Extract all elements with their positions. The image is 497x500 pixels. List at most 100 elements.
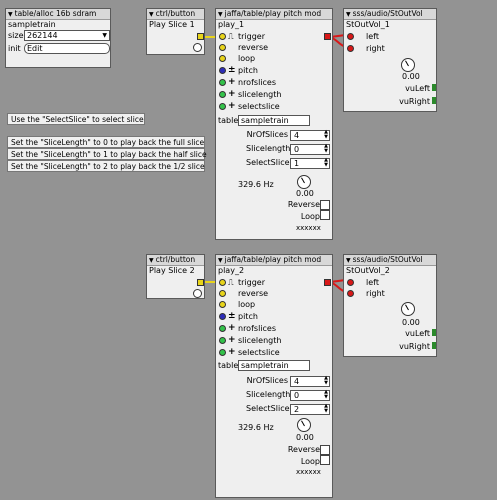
stoutvol-header[interactable]: ▼ sss/audio/StOutVol (344, 9, 436, 20)
trigger-icon: ⎍ (228, 32, 234, 41)
volume-knob[interactable] (401, 58, 415, 72)
pitch-knob[interactable] (297, 418, 311, 432)
chevron-down-icon: ▼ (102, 32, 107, 39)
comment-slicelength-2[interactable]: Set the "SliceLength" to 2 to play back … (7, 160, 205, 172)
table-field[interactable]: sampletrain (238, 360, 310, 371)
collapse-triangle-icon[interactable]: ▼ (218, 11, 223, 18)
table-label: table (218, 116, 239, 125)
inlet-jack[interactable] (219, 33, 226, 40)
loop-label: Loop (300, 212, 320, 221)
plus-icon: + (228, 89, 236, 99)
stoutvol-header[interactable]: ▼ sss/audio/StOutVol (344, 255, 436, 266)
outlet-jack-square[interactable] (197, 279, 204, 286)
inlet-jack[interactable] (347, 279, 354, 286)
inlet-jack[interactable] (219, 44, 226, 51)
frequency-readout: 329.6 Hz (238, 180, 274, 189)
size-label: size (8, 31, 24, 40)
plus-icon: + (228, 347, 236, 357)
spinner-arrows-icon[interactable]: ▲ ▼ (324, 158, 328, 168)
comment-select-slice[interactable]: Use the "SelectSlice" to select slice (7, 113, 145, 125)
inlet-jack[interactable] (219, 279, 226, 286)
nrofslices-spinner[interactable]: 4 ▲ ▼ (290, 130, 330, 141)
stoutvol-object-1[interactable]: ▼ sss/audio/StOutVol StOutVol_1 left righ… (343, 8, 437, 112)
collapse-triangle-icon[interactable]: ▼ (149, 11, 154, 18)
inlet-jack[interactable] (219, 55, 226, 62)
bang-button[interactable] (193, 43, 202, 52)
collapse-triangle-icon[interactable]: ▼ (346, 11, 351, 18)
inlet-jack[interactable] (347, 33, 354, 40)
spinner-arrows-icon[interactable]: ▲ ▼ (324, 144, 328, 154)
sdram-header[interactable]: ▼ table/alloc 16b sdram (6, 9, 110, 20)
volume-knob[interactable] (401, 302, 415, 316)
inlet-jack[interactable] (219, 91, 226, 98)
button-instance-name: Play Slice 1 (149, 20, 195, 29)
reverse-checkbox[interactable] (320, 445, 330, 455)
inlet-jack[interactable] (219, 325, 226, 332)
inlet-jack[interactable] (219, 337, 226, 344)
play-object-2[interactable]: ▼ jaffa/table/play pitch mod play_2 ⎍ trig… (215, 254, 333, 498)
inlet-jack[interactable] (219, 313, 226, 320)
slicelength-spinner[interactable]: 0 ▲ ▼ (290, 144, 330, 155)
spinner-arrows-icon[interactable]: ▲ ▼ (324, 390, 328, 400)
plus-icon: + (228, 77, 236, 87)
plusminus-icon: ± (228, 65, 236, 75)
size-dropdown[interactable]: 262144 ▼ (24, 30, 110, 41)
plus-icon: + (228, 335, 236, 345)
collapse-triangle-icon[interactable]: ▼ (218, 257, 223, 264)
inlet-jack[interactable] (347, 290, 354, 297)
edit-button[interactable]: Edit (24, 43, 110, 54)
button-header[interactable]: ▼ ctrl/button (147, 255, 204, 266)
button-object-1[interactable]: ▼ ctrl/button Play Slice 1 (146, 8, 205, 55)
inlet-jack[interactable] (219, 290, 226, 297)
pitch-knob[interactable] (297, 175, 311, 189)
play-object-1[interactable]: ▼ jaffa/table/play pitch mod play_1 ⎍ trig… (215, 8, 333, 240)
sdram-object[interactable]: ▼ table/alloc 16b sdram sampletrain size … (5, 8, 111, 68)
vu-right-label: vuRight (399, 97, 430, 106)
param-label: Slicelength (246, 144, 291, 153)
slicelength-spinner[interactable]: 0 ▲ ▼ (290, 390, 330, 401)
output-readout: xxxxxx (296, 468, 321, 476)
param-label: Slicelength (246, 390, 291, 399)
vu-right-label: vuRight (399, 342, 430, 351)
inlet-jack[interactable] (347, 45, 354, 52)
spinner-arrows-icon[interactable]: ▲ ▼ (324, 404, 328, 414)
sdram-instance-name: sampletrain (8, 20, 56, 29)
bang-button[interactable] (193, 289, 202, 298)
inlet-jack[interactable] (219, 103, 226, 110)
loop-checkbox[interactable] (320, 210, 330, 220)
spinner-arrows-icon[interactable]: ▲ ▼ (324, 130, 328, 140)
button-object-2[interactable]: ▼ ctrl/button Play Slice 2 (146, 254, 205, 299)
selectslice-spinner[interactable]: 1 ▲ ▼ (290, 158, 330, 169)
vu-left-meter (432, 84, 436, 91)
table-label: table (218, 361, 239, 370)
collapse-triangle-icon[interactable]: ▼ (8, 11, 13, 18)
collapse-triangle-icon[interactable]: ▼ (346, 257, 351, 264)
spinner-arrows-icon[interactable]: ▲ ▼ (324, 376, 328, 386)
play-header[interactable]: ▼ jaffa/table/play pitch mod (216, 255, 332, 266)
vu-right-meter (432, 342, 436, 349)
loop-label: Loop (300, 457, 320, 466)
inlet-jack[interactable] (219, 349, 226, 356)
vu-left-label: vuLeft (405, 329, 430, 338)
plus-icon: + (228, 323, 236, 333)
outlet-jack[interactable] (324, 279, 331, 286)
stoutvol-instance-name: StOutVol_1 (346, 20, 390, 29)
comment-slicelength-0[interactable]: Set the "SliceLength" to 0 to play back … (7, 136, 205, 148)
inlet-jack[interactable] (219, 67, 226, 74)
comment-slicelength-1[interactable]: Set the "SliceLength" to 1 to play back … (7, 148, 207, 160)
loop-checkbox[interactable] (320, 455, 330, 465)
reverse-checkbox[interactable] (320, 200, 330, 210)
button-header[interactable]: ▼ ctrl/button (147, 9, 204, 20)
play-header[interactable]: ▼ jaffa/table/play pitch mod (216, 9, 332, 20)
nrofslices-spinner[interactable]: 4 ▲ ▼ (290, 376, 330, 387)
stoutvol-object-2[interactable]: ▼ sss/audio/StOutVol StOutVol_2 left righ… (343, 254, 437, 357)
collapse-triangle-icon[interactable]: ▼ (149, 257, 154, 264)
selectslice-spinner[interactable]: 2 ▲ ▼ (290, 404, 330, 415)
param-label: SelectSlice (246, 404, 290, 413)
inlet-jack[interactable] (219, 301, 226, 308)
table-field[interactable]: sampletrain (238, 115, 310, 126)
knob-value: 0.00 (296, 189, 314, 198)
inlet-jack[interactable] (219, 79, 226, 86)
outlet-jack-square[interactable] (197, 33, 204, 40)
outlet-jack[interactable] (324, 33, 331, 40)
